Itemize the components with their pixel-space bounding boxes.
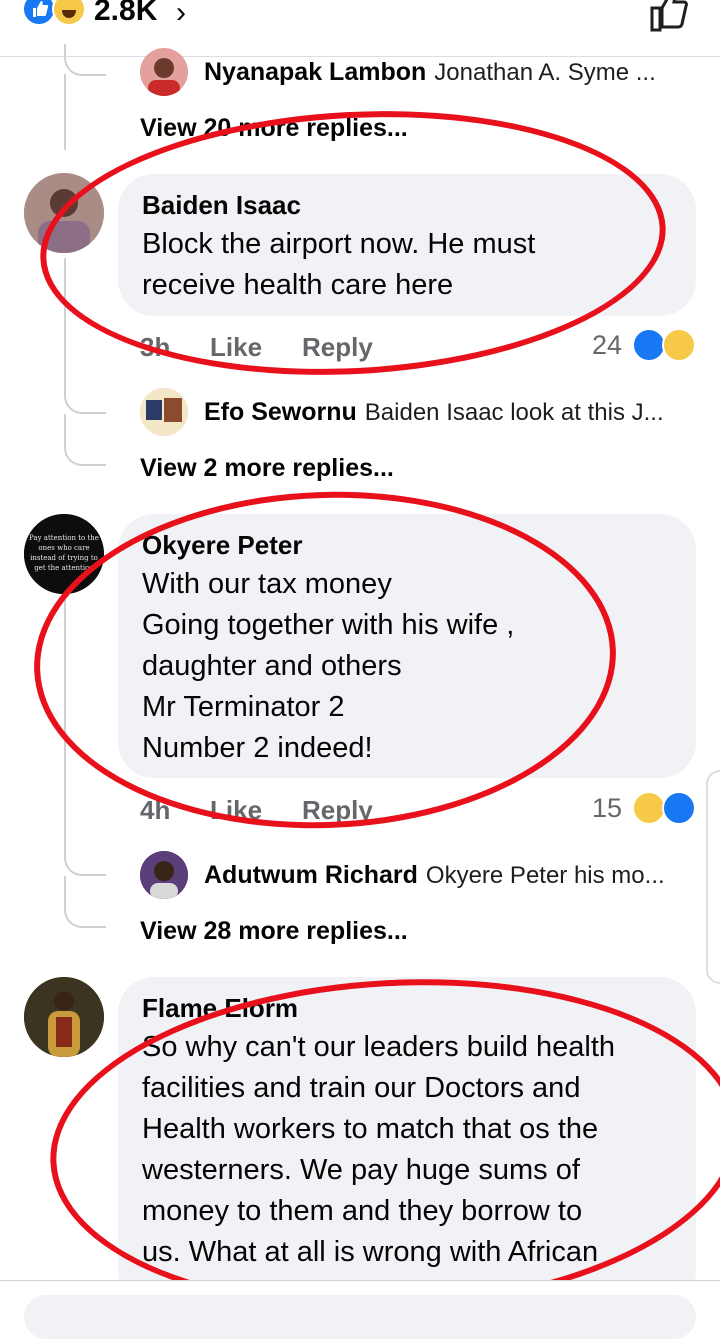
view-more-replies[interactable]: View 28 more replies... [140, 917, 408, 946]
avatar[interactable] [140, 388, 188, 436]
reaction-count[interactable]: 2.8K [94, 0, 157, 28]
reply-snippet: Okyere Peter his mo... [425, 862, 665, 889]
comment-reaction-count[interactable]: 15 [592, 793, 622, 824]
haha-reaction-icon [632, 791, 666, 825]
comment-input[interactable] [24, 1295, 696, 1339]
thread-connector [64, 44, 106, 76]
comment-reaction-count[interactable]: 24 [592, 330, 622, 361]
like-outline-icon[interactable] [646, 0, 690, 34]
reply-preview[interactable]: Efo Sewornu Baiden Isaac look at this J..… [204, 398, 664, 427]
haha-reaction-icon [662, 328, 696, 362]
side-scroll-tab[interactable] [706, 770, 720, 984]
thread-connector [64, 844, 106, 876]
haha-reaction-icon [52, 0, 86, 26]
like-reaction-icon [662, 791, 696, 825]
avatar[interactable] [24, 977, 104, 1057]
reply-author[interactable]: Nyanapak Lambon [204, 58, 426, 86]
thread-connector [64, 434, 106, 466]
avatar[interactable] [140, 48, 188, 96]
reply-snippet: Baiden Isaac look at this J... [364, 399, 664, 426]
annotation-ellipse [33, 95, 673, 391]
like-reaction-icon [632, 328, 666, 362]
reply-preview[interactable]: Adutwum Richard Okyere Peter his mo... [204, 861, 665, 890]
comment-composer-area [0, 1280, 720, 1339]
svg-text:ones who care: ones who care [38, 544, 89, 552]
view-more-replies[interactable]: View 2 more replies... [140, 454, 394, 483]
thread-line [64, 74, 66, 150]
chevron-right-icon[interactable]: › [176, 0, 186, 30]
like-reaction-icon [22, 0, 56, 26]
reply-author[interactable]: Efo Sewornu [204, 398, 357, 426]
reply-snippet: Jonathan A. Syme ... [434, 59, 656, 86]
avatar[interactable] [140, 851, 188, 899]
svg-text:instead of trying to: instead of trying to [30, 554, 98, 562]
reply-author[interactable]: Adutwum Richard [204, 861, 418, 889]
thread-connector [64, 896, 106, 928]
reaction-summary-bar[interactable]: 2.8K › [0, 0, 720, 57]
thread-connector [64, 382, 106, 414]
svg-text:Pay attention to the: Pay attention to the [29, 534, 99, 542]
reply-preview[interactable]: Nyanapak Lambon Jonathan A. Syme ... [204, 58, 656, 87]
